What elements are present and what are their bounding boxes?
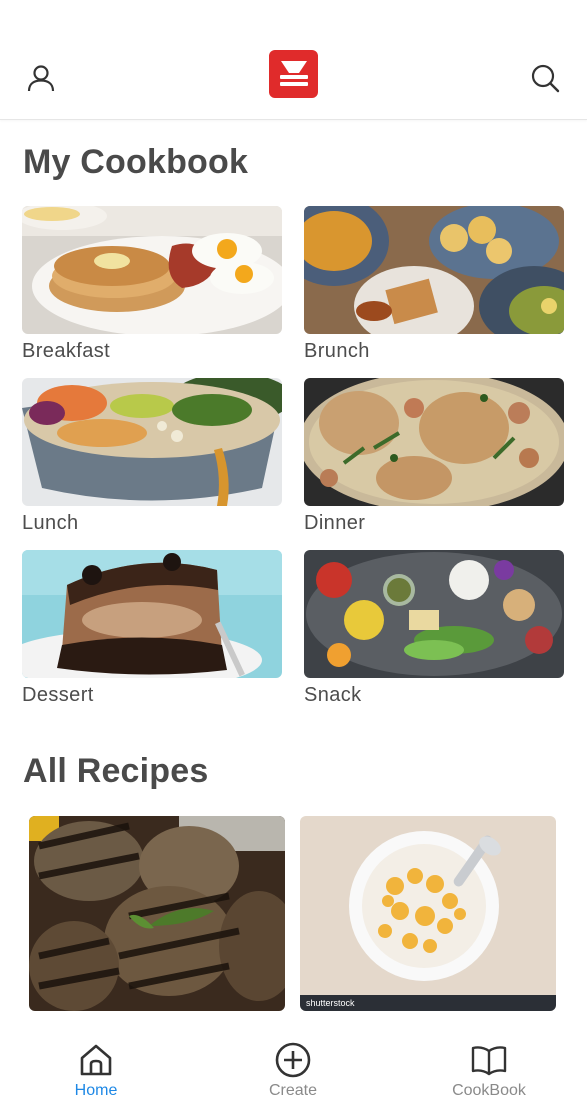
- snack-image: [304, 550, 564, 678]
- breakfast-image: [22, 206, 282, 334]
- category-card-snack[interactable]: Snack: [304, 550, 564, 707]
- category-card-brunch[interactable]: Brunch: [304, 206, 564, 363]
- app-header: [0, 0, 587, 120]
- nav-home[interactable]: Home: [36, 1040, 156, 1100]
- nav-cookbook[interactable]: CookBook: [429, 1040, 549, 1100]
- bottom-navigation: Home Create CookBook: [0, 1030, 587, 1104]
- category-label: Dessert: [22, 684, 94, 706]
- dessert-image: [22, 550, 282, 678]
- my-cookbook-title: My Cookbook: [23, 143, 249, 181]
- category-label: Breakfast: [22, 340, 111, 362]
- category-label: Lunch: [22, 512, 79, 534]
- category-card-dessert[interactable]: Dessert: [22, 550, 282, 707]
- nav-home-label: Home: [74, 1082, 118, 1099]
- category-card-lunch[interactable]: Lunch: [22, 378, 282, 535]
- search-button[interactable]: [525, 58, 565, 98]
- cookbook-logo-icon: [279, 61, 308, 86]
- cookbook-logo[interactable]: [269, 50, 318, 98]
- cereal-bowl-image: [300, 816, 556, 1011]
- grilled-eggplant-image: [29, 816, 285, 1011]
- search-icon: [531, 64, 560, 93]
- lunch-image: [22, 378, 282, 506]
- category-card-breakfast[interactable]: Breakfast: [22, 206, 282, 363]
- category-label: Dinner: [304, 512, 366, 534]
- all-recipes-title: All Recipes: [23, 752, 209, 790]
- nav-cookbook-label: CookBook: [452, 1082, 526, 1099]
- watermark-label: shutterstock: [300, 995, 556, 1011]
- category-label: Snack: [304, 684, 362, 706]
- recipe-card-cereal[interactable]: shutterstock: [300, 816, 556, 1011]
- user-icon: [27, 65, 55, 92]
- brunch-image: [304, 206, 564, 334]
- nav-create[interactable]: Create: [233, 1040, 353, 1100]
- profile-button[interactable]: [21, 58, 61, 98]
- home-icon: [80, 1044, 112, 1076]
- recipe-card-grilled-eggplant[interactable]: [29, 816, 285, 1011]
- book-icon: [471, 1046, 507, 1076]
- category-label: Brunch: [304, 340, 370, 362]
- category-card-dinner[interactable]: Dinner: [304, 378, 564, 535]
- dinner-image: [304, 378, 564, 506]
- nav-create-label: Create: [268, 1082, 318, 1099]
- plus-circle-icon: [275, 1042, 311, 1078]
